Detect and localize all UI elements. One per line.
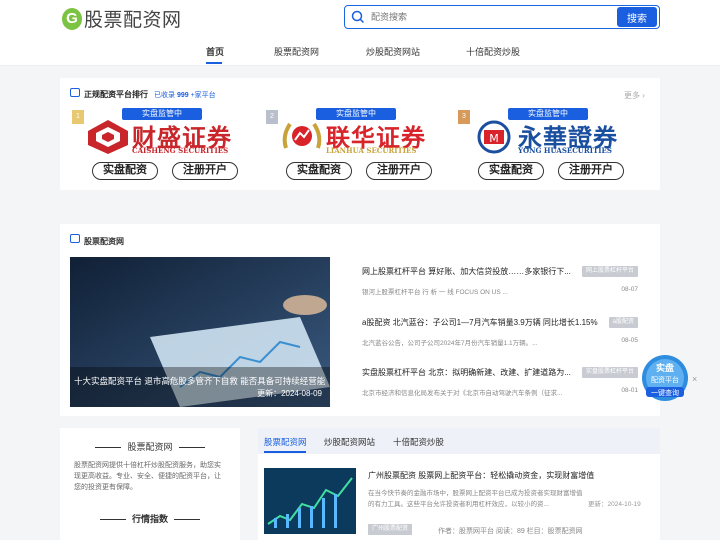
yonghua-logo-icon: M	[477, 120, 511, 154]
caisheng-logo-icon	[88, 120, 128, 154]
register-account-button[interactable]: 注册开户	[366, 162, 432, 180]
tab-margin-sites[interactable]: 炒股配资网站	[324, 436, 375, 448]
featured-date: 更新：2024-08-09	[257, 389, 322, 398]
rank-badge: 1	[72, 110, 84, 124]
featured-caption: 十大实盘配资平台 退市高危股多管齐下自救 能否具备可持续经营能	[74, 376, 326, 386]
float-ad-line1: 实盘	[656, 362, 674, 374]
news-snippet: 北京市经济和信息化局发布关于对《北京市自动驾驶汽车条例（征求...	[362, 390, 563, 397]
ranking-subtitle: 已收录 999 +家平台	[154, 92, 216, 99]
nav-ten-times[interactable]: 十倍配资炒股	[466, 45, 520, 58]
margin-trading-button[interactable]: 实盘配资	[478, 162, 544, 180]
nav-active-indicator	[206, 62, 222, 64]
article-snippet: 在当今快节奏的金融市场中，股票网上配资平台已成为投资者实现财富增值的有力工具。这…	[368, 490, 583, 508]
close-icon[interactable]: ×	[692, 374, 697, 384]
article-thumbnail[interactable]	[264, 468, 356, 534]
ranking-title: 正规配资平台排行	[84, 90, 148, 99]
float-ad-line2: 配资平台	[651, 375, 679, 384]
broker-name-en: CAISHENG SECURITIES	[132, 146, 229, 155]
margin-trading-button[interactable]: 实盘配资	[286, 162, 352, 180]
news-snippet: 北汽蓝谷公告，公司子公司2024年7月份汽车销量1.1万辆。...	[362, 340, 538, 347]
sidebar-title: 股票配资网	[60, 440, 240, 453]
news-tag[interactable]: 实盘股票杠杆平台	[581, 367, 638, 378]
site-name: 股票配资网	[84, 9, 182, 31]
news-date: 08-01	[621, 387, 638, 394]
featured-article[interactable]: 十大实盘配资平台 退市高危股多管齐下自救 能否具备可持续经营能 更新：2024-…	[70, 257, 330, 407]
search-button[interactable]: 搜索	[617, 7, 657, 27]
nav-stock-margin[interactable]: 股票配资网	[274, 45, 319, 58]
article-date: 更新：2024-10-19	[588, 501, 641, 508]
register-account-button[interactable]: 注册开户	[558, 162, 624, 180]
news-section-title: 股票配资网	[84, 237, 124, 246]
chevron-right-icon: ›	[642, 91, 645, 100]
search-input[interactable]	[371, 8, 611, 26]
float-ad-line3: 一键查询	[651, 388, 679, 397]
platform-ranking-panel: 正规配资平台排行 已收录 999 +家平台 更多 › 1 实盘监管中 财盛证券 …	[60, 78, 660, 190]
nav-home[interactable]: 首页	[206, 45, 224, 58]
main-nav: 首页 股票配资网 炒股配资网站 十倍配资炒股	[0, 36, 720, 66]
broker-card[interactable]: 2 实盘监管中 联华证券 LIANHUA SECURITIES 实盘配资 注册开…	[266, 108, 442, 186]
article-title[interactable]: 广州股票配资 股票网上配资平台：轻松撬动资金，实现财富增值	[368, 470, 594, 481]
news-snippet: 银河上股票杠杆平台 行 析 一 线 FOCUS ON US ...	[362, 289, 508, 296]
news-title[interactable]: 实盘股票杠杆平台 北京：拟明确新建、改建、扩建道路为...	[362, 367, 572, 378]
sidebar-description: 股票配资网提供十倍杠杆炒股配资服务，助您实现更高收益。专业、安全、便捷的配资平台…	[74, 462, 221, 491]
svg-text:M: M	[489, 132, 499, 145]
site-logo[interactable]: G 股票配资网	[62, 5, 182, 32]
news-title[interactable]: a股配资 北汽蓝谷：子公司1—7月汽车销量3.9万辆 同比增长1.15%	[362, 317, 607, 328]
broker-card[interactable]: 1 实盘监管中 财盛证券 CAISHENG SECURITIES 实盘配资 注册…	[72, 108, 248, 186]
broker-card[interactable]: 3 实盘监管中 M 永華證券 YONG HUASECURITIES 实盘配资 注…	[458, 108, 634, 186]
tab-ten-times[interactable]: 十倍配资炒股	[393, 436, 444, 448]
news-tag[interactable]: 网上股票杠杆平台	[581, 266, 638, 277]
search-box: 搜索	[344, 5, 660, 29]
news-title[interactable]: 网上股票杠杆平台 算好账、加大信贷投放……多家银行下...	[362, 266, 572, 277]
rank-badge: 2	[266, 110, 278, 124]
article-list-panel: 股票配资网 炒股配资网站 十倍配资炒股 广州股票配资 股票网上配资平台：轻松撬动…	[258, 428, 660, 540]
floating-ad[interactable]: 实盘 配资平台 一键查询	[640, 354, 690, 402]
news-date: 08-07	[621, 286, 638, 293]
broker-name-en: LIANHUA SECURITIES	[326, 146, 417, 155]
article-tabs: 股票配资网 炒股配资网站 十倍配资炒股	[258, 428, 660, 454]
register-account-button[interactable]: 注册开户	[172, 162, 238, 180]
news-tag[interactable]: a股配资	[608, 317, 638, 328]
margin-trading-button[interactable]: 实盘配资	[92, 162, 158, 180]
news-item[interactable]: a股配资 北汽蓝谷：子公司1—7月汽车销量3.9万辆 同比增长1.15% a股配…	[362, 317, 638, 349]
more-link[interactable]: 更多 ›	[624, 90, 645, 101]
top-header: G 股票配资网 搜索	[0, 0, 720, 36]
ranking-icon	[70, 88, 80, 97]
tab-stock-margin[interactable]: 股票配资网	[264, 436, 307, 448]
market-index-title: 行情指数	[60, 512, 240, 525]
news-section-icon	[70, 234, 80, 243]
news-date: 08-05	[621, 337, 638, 344]
rank-badge: 3	[458, 110, 470, 124]
lianhua-logo-icon	[282, 122, 322, 149]
news-item[interactable]: 实盘股票杠杆平台 北京：拟明确新建、改建、扩建道路为... 实盘股票杠杆平台 北…	[362, 367, 638, 399]
search-icon	[351, 10, 365, 24]
broker-name-en: YONG HUASECURITIES	[518, 146, 612, 155]
nav-margin-sites[interactable]: 炒股配资网站	[366, 45, 420, 58]
news-panel: 股票配资网 十大实盘配资平台 退市高危股多管齐下自救 能否具备可持续经营能 更新…	[60, 224, 660, 416]
tab-active-indicator	[264, 451, 306, 453]
news-item[interactable]: 网上股票杠杆平台 算好账、加大信贷投放……多家银行下... 网上股票杠杆平台 银…	[362, 266, 638, 298]
logo-icon: G	[62, 7, 82, 30]
article-tag[interactable]: 广州股票配资	[368, 524, 413, 535]
article-meta: 作者：股票网平台 阅读：89 栏目：股票配资网	[438, 528, 583, 535]
